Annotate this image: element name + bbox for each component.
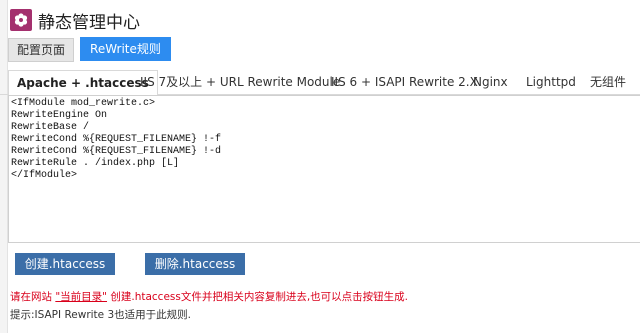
tab-nginx[interactable]: Nginx [473, 70, 508, 94]
page-title: 静态管理中心 [38, 12, 140, 33]
server-tabs: Apache + .htaccess IIS 7及以上 + URL Rewrit… [0, 70, 640, 96]
action-button-group: 创建.htaccess 删除.htaccess [15, 253, 245, 275]
top-button-group: 配置页面 ReWrite规则 [8, 37, 171, 62]
notice-message: 请在网站 "当前目录" 创建.htaccess文件并把相关内容复制进去,也可以点… [10, 289, 408, 304]
delete-htaccess-button[interactable]: 删除.htaccess [145, 253, 245, 275]
tab-apache-htaccess[interactable]: Apache + .htaccess [8, 70, 158, 96]
rewrite-rules-textarea[interactable]: <IfModule mod_rewrite.c> RewriteEngine O… [8, 95, 640, 243]
tab-lighttpd[interactable]: Lighttpd [526, 70, 576, 94]
hint-text: 提示:ISAPI Rewrite 3也适用于此规则. [10, 309, 191, 321]
tab-iis7-url-rewrite[interactable]: IIS 7及以上 + URL Rewrite Module [140, 70, 340, 94]
create-htaccess-button[interactable]: 创建.htaccess [15, 253, 115, 275]
notice-suffix: 创建.htaccess文件并把相关内容复制进去,也可以点击按钮生成. [110, 291, 409, 303]
tab-iis6-isapi-rewrite[interactable]: IIS 6 + ISAPI Rewrite 2.X [331, 70, 478, 94]
flower-icon [10, 9, 32, 31]
config-page-button[interactable]: 配置页面 [8, 38, 75, 62]
tab-no-component[interactable]: 无组件 [590, 70, 626, 94]
current-directory-link[interactable]: "当前目录" [55, 291, 107, 303]
rewrite-rules-button[interactable]: ReWrite规则 [80, 37, 171, 61]
page-header: 静态管理中心 [10, 8, 140, 33]
notice-prefix: 请在网站 [10, 291, 52, 303]
left-scrollbar[interactable] [0, 0, 8, 333]
